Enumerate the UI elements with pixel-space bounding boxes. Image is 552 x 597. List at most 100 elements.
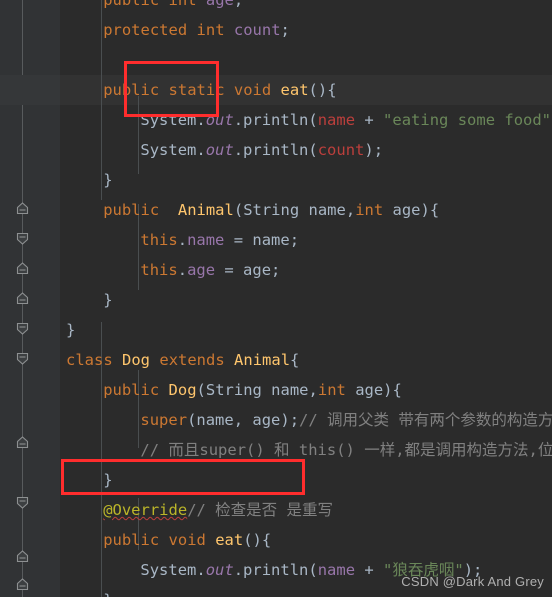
code-token: public — [103, 0, 160, 9]
code-token: } — [103, 591, 112, 597]
code-line[interactable] — [60, 45, 66, 75]
fold-collapse-up-icon[interactable] — [16, 292, 29, 305]
code-token: System. — [140, 561, 206, 579]
code-token: count — [233, 21, 281, 39]
code-line[interactable]: System.out.println(count); — [60, 135, 383, 165]
code-token: protected — [103, 21, 188, 39]
code-token: out — [205, 111, 234, 129]
code-token: ); — [364, 141, 384, 159]
code-token: name — [317, 561, 356, 579]
code-token: name — [317, 111, 356, 129]
code-line[interactable]: super(name, age);// 调用父类 带有两个参数的构造方法 — [60, 405, 552, 435]
code-token: Dog — [168, 381, 197, 399]
code-token: } — [103, 171, 113, 189]
code-token: @Override — [103, 501, 188, 519]
code-line[interactable]: this.name = name; — [60, 225, 299, 255]
code-token: age){ — [345, 381, 402, 399]
code-line[interactable]: this.age = age; — [60, 255, 280, 285]
code-token: (String name, — [196, 381, 318, 399]
code-line[interactable]: } — [60, 315, 75, 345]
code-line[interactable]: } — [60, 165, 113, 195]
code-token: eat — [215, 531, 244, 549]
fold-collapse-down-icon[interactable] — [16, 496, 29, 509]
code-token: this — [140, 231, 178, 249]
code-token: name — [187, 231, 225, 249]
code-token: int — [317, 381, 346, 399]
code-token: (String name, — [233, 201, 356, 219]
code-line[interactable]: // 而且super() 和 this() 一样,都是调用构造方法,位 — [60, 435, 552, 465]
code-line[interactable]: public static void eat(){ — [60, 75, 336, 105]
code-token: count — [317, 141, 365, 159]
code-token: System. — [140, 141, 206, 159]
code-token: out — [205, 141, 234, 159]
code-token: age — [205, 0, 234, 9]
code-token: (){ — [243, 531, 272, 549]
code-token: public — [103, 81, 160, 99]
code-line[interactable]: } — [60, 285, 112, 315]
fold-collapse-up-icon[interactable] — [16, 202, 29, 215]
code-token: super — [140, 411, 188, 429]
code-token: = age; — [215, 261, 281, 279]
code-token: ; — [233, 0, 244, 9]
code-line[interactable]: } — [60, 585, 112, 597]
code-token: . — [177, 261, 188, 279]
code-token: public — [103, 531, 160, 549]
code-token: + — [355, 561, 384, 579]
code-line[interactable]: public Dog(String name,int age){ — [60, 375, 402, 405]
code-line[interactable]: public void eat(){ — [60, 525, 271, 555]
code-token: Animal — [177, 201, 234, 219]
code-line[interactable]: protected int count; — [60, 15, 290, 45]
fold-collapse-down-icon[interactable] — [16, 232, 29, 245]
code-token: } — [103, 471, 113, 489]
code-token: static — [168, 81, 225, 99]
code-token: // 而且super() 和 this() 一样,都是调用构造方法,位 — [140, 441, 552, 459]
code-token: void — [233, 81, 272, 99]
code-line[interactable]: class Dog extends Animal{ — [60, 345, 299, 375]
code-token: + — [355, 111, 384, 129]
fold-collapse-up-icon[interactable] — [16, 262, 29, 275]
code-content-area[interactable]: public int age; protected int count; publi… — [60, 0, 552, 597]
code-token: // 调用父类 带有两个参数的构造方法 — [299, 411, 552, 429]
code-token: this — [140, 261, 178, 279]
fold-collapse-up-icon[interactable] — [16, 550, 29, 563]
code-token: // 检查是否 是重写 — [187, 501, 334, 519]
code-line[interactable]: public Animal(String name,int age){ — [60, 195, 439, 225]
code-line[interactable]: } — [60, 465, 113, 495]
code-token: class — [66, 351, 113, 369]
fold-collapse-down-icon[interactable] — [16, 322, 29, 335]
fold-collapse-up-icon[interactable] — [16, 578, 29, 591]
code-token: .println( — [233, 141, 318, 159]
code-token: { — [290, 351, 300, 369]
code-token: int — [196, 21, 225, 39]
code-line[interactable]: System.out.println(name + "eating some f… — [60, 105, 552, 135]
code-token: Animal — [234, 351, 291, 369]
code-line[interactable]: @Override// 检查是否 是重写 — [60, 495, 333, 525]
code-token: = name; — [224, 231, 300, 249]
fold-collapse-up-icon[interactable] — [16, 436, 29, 449]
editor-gutter[interactable] — [0, 0, 60, 597]
code-token: .println( — [233, 561, 318, 579]
code-token: eat — [280, 81, 309, 99]
code-token: . — [177, 231, 188, 249]
code-line[interactable]: public int age; — [60, 0, 243, 15]
code-token: int — [168, 0, 197, 9]
caret-line-gutter-highlight — [0, 75, 60, 105]
code-token: ; — [280, 21, 290, 39]
code-editor-screenshot: public int age; protected int count; publi… — [0, 0, 552, 597]
code-token: "eating some food" — [383, 111, 552, 129]
fold-collapse-down-icon[interactable] — [16, 352, 29, 365]
